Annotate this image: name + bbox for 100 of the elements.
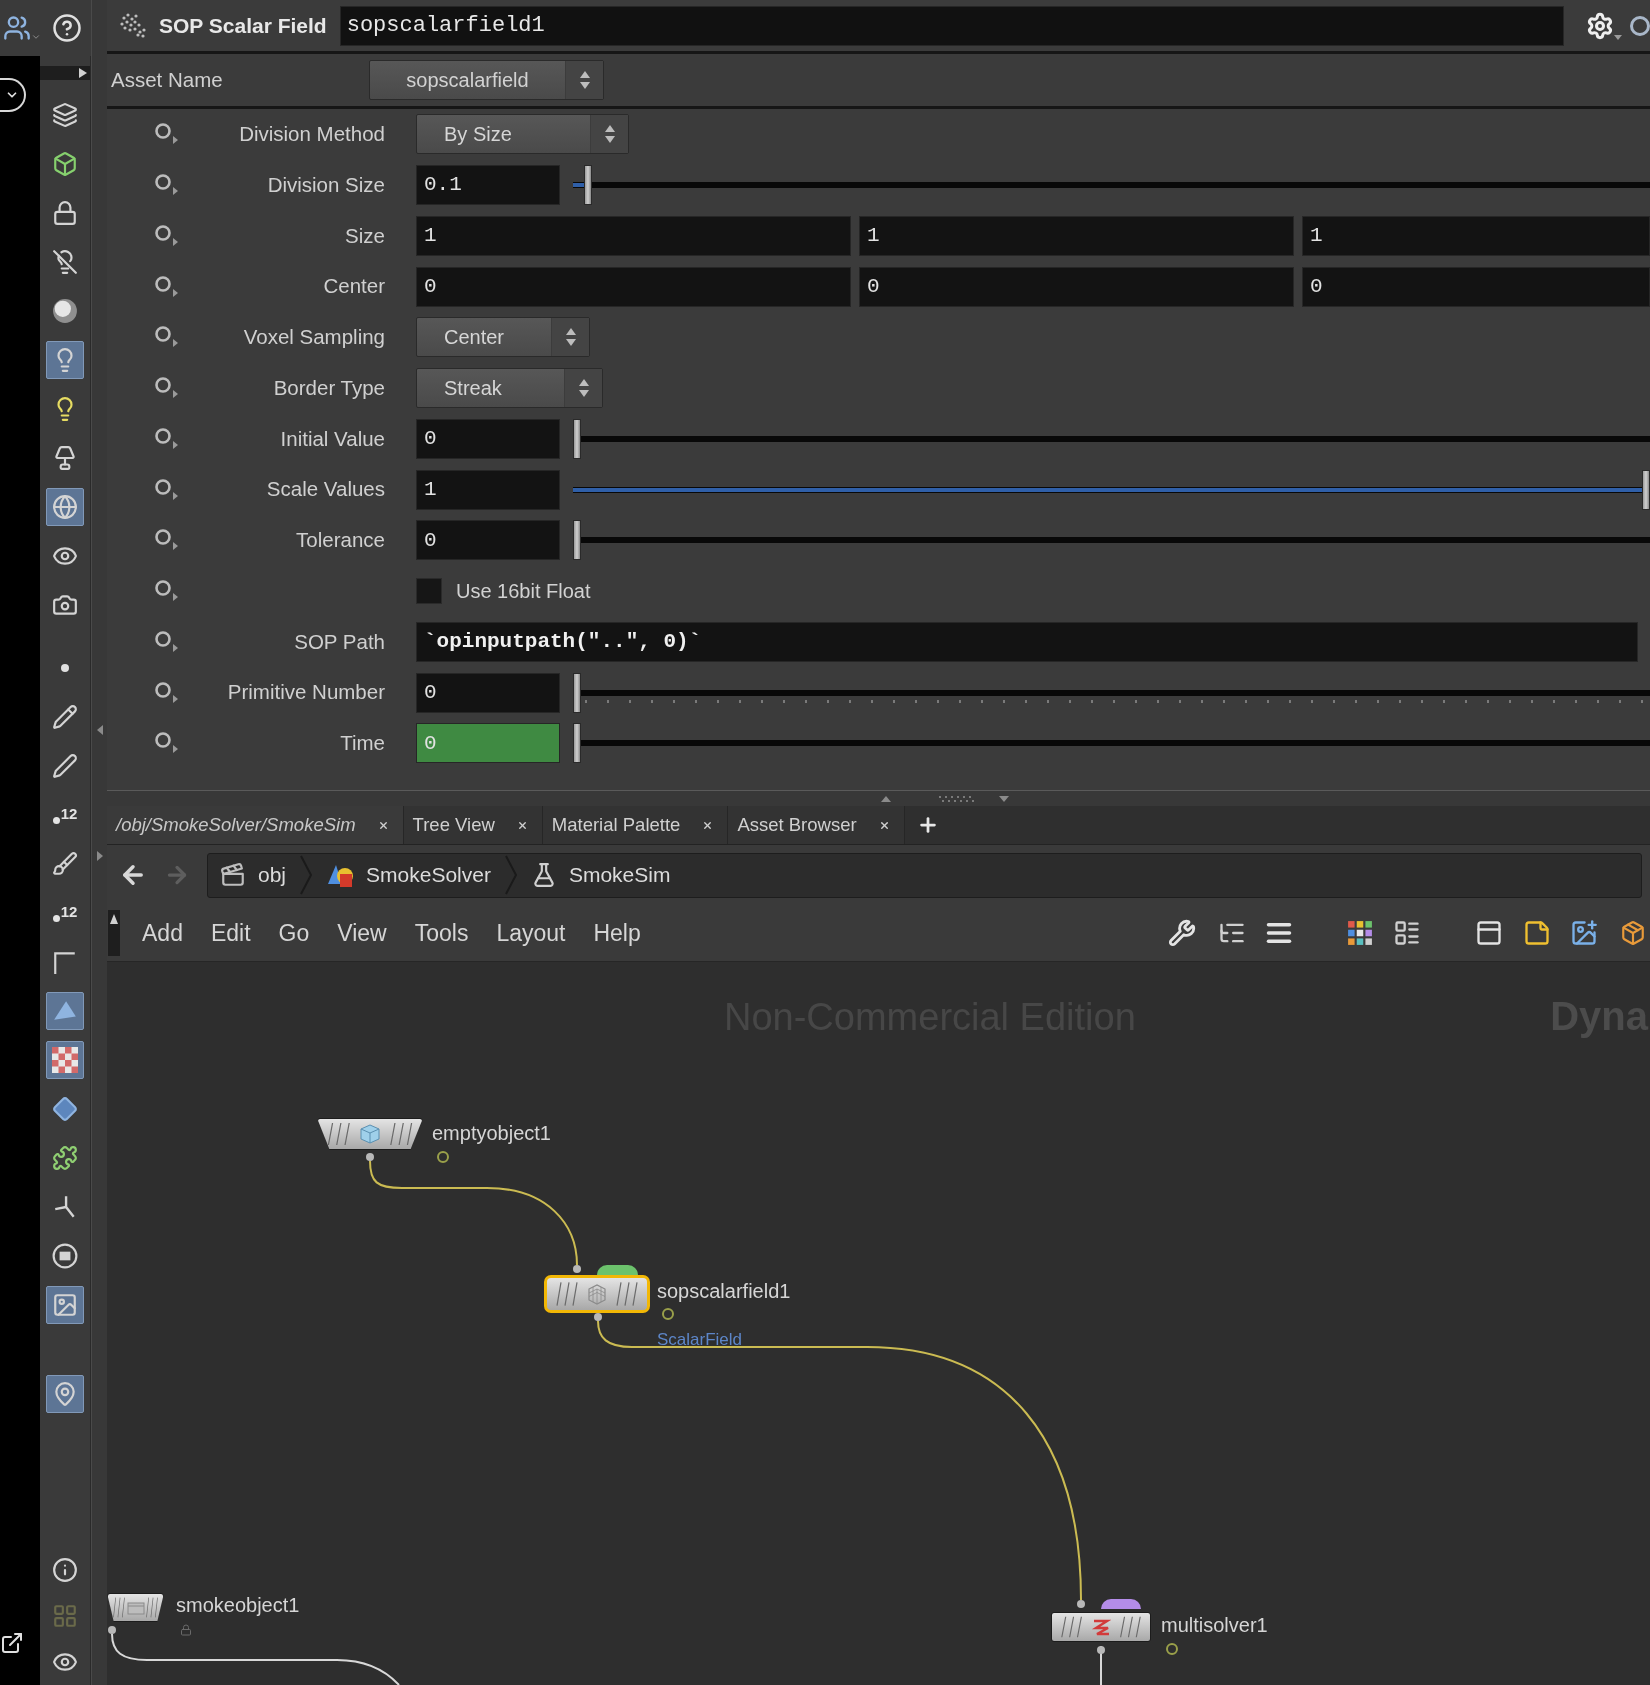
slider-thumb[interactable]	[573, 672, 581, 713]
value-field[interactable]: 0	[416, 520, 560, 561]
map-pin-icon[interactable]	[46, 1374, 84, 1413]
lock-icon[interactable]	[52, 199, 78, 226]
caret-down-icon[interactable]	[999, 795, 1009, 802]
network-node[interactable]	[1051, 1612, 1151, 1642]
grid-list-icon[interactable]	[1393, 919, 1421, 947]
dropdown[interactable]: By Size	[416, 114, 629, 155]
number-tool-button[interactable]: 12	[52, 805, 78, 824]
close-icon[interactable]	[702, 819, 714, 831]
value-field[interactable]: 1	[859, 215, 1294, 256]
help-icon[interactable]	[52, 13, 82, 43]
slider-track[interactable]	[573, 469, 1650, 510]
slider-track[interactable]	[573, 723, 1650, 764]
toolbar-toggle[interactable]	[40, 66, 90, 80]
value-field[interactable]: 0	[1302, 266, 1650, 307]
port-icon[interactable]	[366, 1153, 374, 1161]
close-icon[interactable]	[377, 819, 389, 831]
pill-marker-icon[interactable]	[597, 1265, 638, 1275]
ring-arrow-icon[interactable]	[154, 223, 180, 248]
puzzle-icon[interactable]	[52, 1144, 78, 1171]
pane-tab[interactable]: Material Palette	[542, 806, 729, 844]
settings-icon[interactable]	[1586, 11, 1622, 40]
checkerboard-icon[interactable]	[46, 1040, 84, 1079]
port-icon[interactable]	[108, 1626, 116, 1634]
ring-arrow-icon[interactable]	[154, 376, 180, 401]
menu-item[interactable]: View	[337, 915, 387, 951]
ring-arrow-icon[interactable]	[154, 731, 180, 756]
number-tool-button[interactable]: 12	[52, 903, 78, 922]
grip-icon[interactable]	[939, 795, 975, 802]
menu-item[interactable]: Edit	[210, 915, 251, 951]
caret-left-icon[interactable]	[96, 725, 103, 735]
port-icon[interactable]	[594, 1313, 602, 1321]
name-field[interactable]: sopscalarfield1	[339, 5, 1564, 46]
brush-icon[interactable]	[52, 850, 78, 877]
slider-thumb[interactable]	[573, 520, 581, 561]
cube-icon[interactable]	[52, 150, 78, 177]
close-icon[interactable]	[878, 819, 890, 831]
menu-item[interactable]: Layout	[496, 915, 566, 951]
asset-name-dropdown[interactable]: sopscalarfield	[369, 60, 604, 100]
slider-thumb[interactable]	[1642, 469, 1650, 510]
ring-arrow-icon[interactable]	[154, 426, 180, 451]
menu-item[interactable]: Go	[278, 915, 310, 951]
ring-arrow-icon[interactable]	[154, 173, 180, 198]
value-field[interactable]: 0	[416, 266, 851, 307]
text-field[interactable]: `opinputpath("..", 0)`	[416, 621, 1638, 662]
slider-thumb[interactable]	[573, 418, 581, 459]
port-icon[interactable]	[1097, 1646, 1105, 1654]
caret-right-icon[interactable]	[96, 851, 103, 861]
slider-track[interactable]	[573, 672, 1650, 713]
ring-arrow-icon[interactable]	[154, 528, 180, 553]
caret-up-icon[interactable]	[108, 910, 120, 956]
note-icon[interactable]	[1523, 919, 1551, 947]
slider-thumb[interactable]	[583, 165, 592, 206]
breadcrumb-item[interactable]: SmokeSim	[530, 859, 671, 891]
close-icon[interactable]	[516, 819, 528, 831]
pencil-icon[interactable]	[52, 703, 78, 730]
lightbulb-icon[interactable]	[46, 340, 84, 379]
users-icon[interactable]	[3, 14, 41, 42]
value-field[interactable]: 1	[1302, 215, 1650, 256]
ring-arrow-icon[interactable]	[154, 680, 180, 705]
lightbulb-off-icon[interactable]	[52, 248, 78, 275]
pane-tab[interactable]: Tree View	[403, 806, 543, 844]
ring-arrow-icon[interactable]	[154, 477, 180, 502]
color-grid-icon[interactable]	[1347, 920, 1373, 946]
pane-tab[interactable]: /obj/SmokeSolver/SmokeSim	[107, 806, 404, 844]
box-icon[interactable]	[1620, 920, 1646, 946]
slider-track[interactable]	[573, 520, 1650, 561]
circle-stop-icon[interactable]	[52, 1242, 78, 1269]
value-field[interactable]: 0.1	[416, 165, 560, 206]
dropdown[interactable]: Streak	[416, 368, 603, 409]
slider-thumb[interactable]	[573, 723, 581, 764]
sphere-icon[interactable]	[52, 297, 78, 324]
lamp-icon[interactable]	[52, 444, 78, 471]
breadcrumb-item[interactable]: SmokeSolver	[326, 859, 491, 891]
ring-arrow-icon[interactable]	[154, 629, 180, 654]
ring-arrow-icon[interactable]	[154, 325, 180, 350]
slider-track[interactable]	[573, 165, 1650, 206]
breadcrumb-item[interactable]: obj	[220, 859, 287, 891]
value-field[interactable]: 0	[416, 672, 560, 713]
globe-icon[interactable]	[46, 487, 84, 526]
image-add-icon[interactable]	[1570, 919, 1598, 947]
dropdown[interactable]: Center	[416, 317, 590, 358]
value-field[interactable]: 1	[416, 469, 560, 510]
image-icon[interactable]	[46, 1285, 84, 1324]
diamond-icon[interactable]	[52, 1095, 78, 1122]
pen-icon[interactable]	[52, 752, 78, 779]
panel-icon[interactable]	[1475, 919, 1503, 947]
pill-marker-icon[interactable]	[1101, 1599, 1141, 1609]
value-field[interactable]: 1	[416, 215, 851, 256]
dropdown-icon[interactable]	[0, 78, 26, 112]
checkbox[interactable]	[416, 578, 442, 605]
port-icon[interactable]	[1077, 1600, 1085, 1608]
wrench-icon[interactable]	[1168, 919, 1196, 947]
info-icon[interactable]	[52, 1557, 78, 1583]
ring-arrow-icon[interactable]	[154, 274, 180, 299]
port-icon[interactable]	[573, 1265, 581, 1273]
ring-arrow-icon[interactable]	[154, 579, 180, 604]
menu-item[interactable]: Help	[593, 915, 641, 951]
value-field[interactable]: 0	[416, 418, 560, 459]
